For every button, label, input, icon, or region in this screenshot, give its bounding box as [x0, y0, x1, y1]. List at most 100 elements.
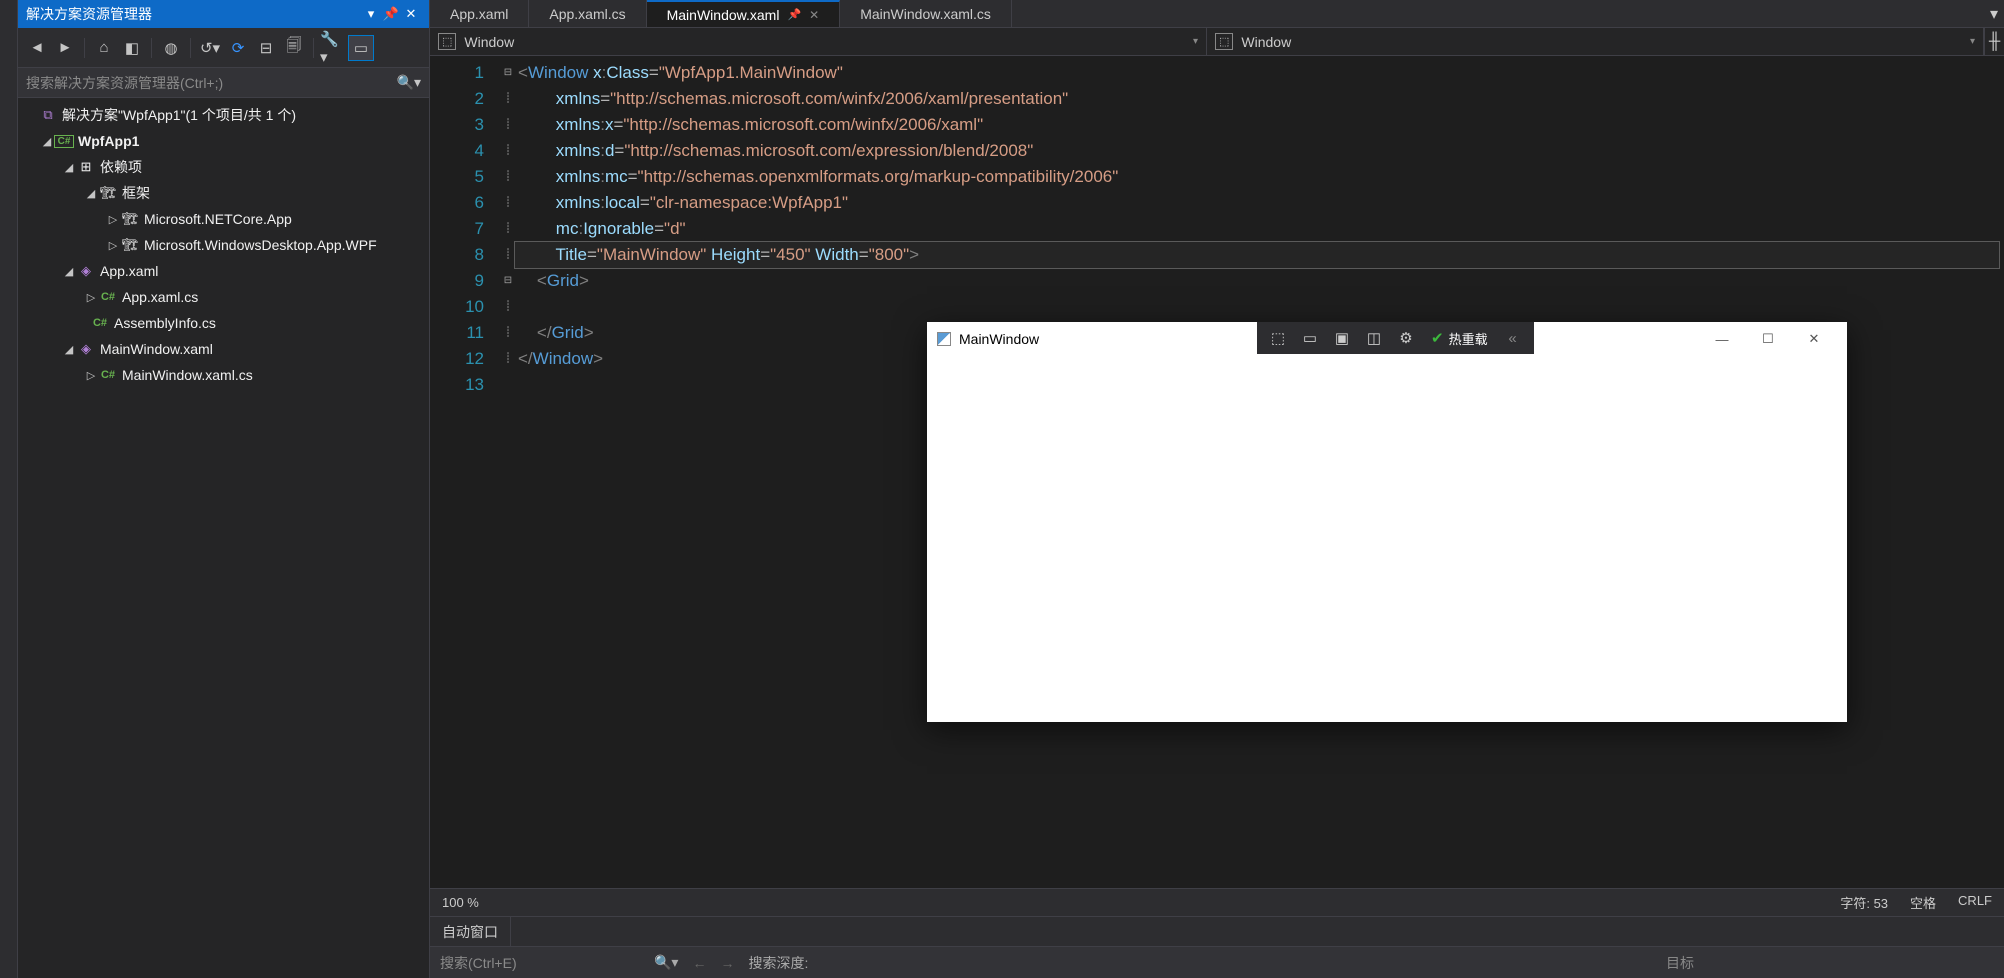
- tree-label: 框架: [122, 183, 150, 203]
- maximize-button[interactable]: ☐: [1745, 322, 1791, 356]
- hot-reload-button[interactable]: ✔ 热重载: [1423, 329, 1496, 348]
- properties-icon[interactable]: 🔧▾: [320, 35, 346, 61]
- close-icon[interactable]: ✕: [809, 8, 819, 22]
- pin-icon[interactable]: 📌: [787, 8, 801, 21]
- back-icon[interactable]: ◄: [24, 35, 50, 61]
- tree-node-assembly[interactable]: C# AssemblyInfo.cs: [18, 310, 429, 336]
- ln: 4: [430, 138, 484, 164]
- nav-left-icon[interactable]: ←: [692, 955, 706, 971]
- ln: 11: [430, 320, 484, 346]
- expand-icon[interactable]: ◢: [84, 187, 98, 200]
- split-icon[interactable]: ╫: [1984, 28, 2004, 55]
- ln: 13: [430, 372, 484, 398]
- separator: [151, 38, 152, 58]
- minimize-button[interactable]: —: [1699, 322, 1745, 356]
- expand-icon[interactable]: ▷: [84, 291, 98, 304]
- tree-label: AssemblyInfo.cs: [114, 315, 216, 331]
- nav-right-icon[interactable]: →: [720, 955, 734, 971]
- app-icon: [937, 332, 951, 346]
- search-depth-label: 搜索深度:: [748, 953, 808, 973]
- expand-icon[interactable]: ▷: [84, 369, 98, 382]
- tree-node-wpfdesktop[interactable]: ▷ 🏗 Microsoft.WindowsDesktop.App.WPF: [18, 232, 429, 258]
- collapse-toolbar-icon[interactable]: «: [1498, 324, 1528, 352]
- solution-explorer-search[interactable]: 🔍▾: [18, 68, 429, 98]
- tree-node-project[interactable]: ◢ C# WpfApp1: [18, 128, 429, 154]
- element-icon: ⬚: [1215, 33, 1233, 50]
- expand-icon[interactable]: ◢: [62, 265, 76, 278]
- nav-scope-left[interactable]: ⬚ Window ▾: [430, 28, 1207, 55]
- solution-tree: ⧉ 解决方案"WpfApp1"(1 个项目/共 1 个) ◢ C# WpfApp…: [18, 98, 429, 978]
- separator: [190, 38, 191, 58]
- fold-icon[interactable]: ⊟: [498, 60, 518, 86]
- separator: [313, 38, 314, 58]
- expand-icon[interactable]: ◢: [40, 135, 54, 148]
- fold-icon[interactable]: ⊟: [498, 268, 518, 294]
- search-icon[interactable]: 🔍▾: [397, 74, 421, 91]
- pin-icon[interactable]: 📌: [381, 6, 401, 22]
- tree-label: 解决方案"WpfApp1"(1 个项目/共 1 个): [62, 105, 296, 125]
- line-ending[interactable]: CRLF: [1958, 893, 1992, 912]
- track-focus-icon[interactable]: ◫: [1359, 324, 1389, 352]
- nav-label: Window: [464, 34, 514, 50]
- tab-label: App.xaml: [450, 6, 508, 22]
- editor-status-bar: 100 % 字符: 53 空格 CRLF: [430, 888, 2004, 916]
- whitespace-mode[interactable]: 空格: [1910, 893, 1936, 912]
- package-icon: 🏗: [120, 237, 140, 253]
- tab-mainwindow-xaml-cs[interactable]: MainWindow.xaml.cs: [840, 0, 1012, 27]
- tab-label: MainWindow.xaml.cs: [860, 6, 991, 22]
- app-titlebar[interactable]: MainWindow ⬚ ▭ ▣ ◫ ⚙ ✔ 热重载 « — ☐ ✕: [927, 322, 1847, 356]
- options-icon[interactable]: ⚙: [1391, 324, 1421, 352]
- home-icon[interactable]: ⌂: [91, 35, 117, 61]
- nav-scope-right[interactable]: ⬚ Window ▾: [1207, 28, 1984, 55]
- tab-overflow-icon[interactable]: ▾: [1984, 0, 2004, 27]
- autos-tab[interactable]: 自动窗口: [430, 917, 511, 946]
- tab-app-xaml-cs[interactable]: App.xaml.cs: [529, 0, 646, 27]
- close-icon[interactable]: ✕: [401, 6, 421, 22]
- live-visual-tree-icon[interactable]: ⬚: [1263, 324, 1293, 352]
- fold-column: ⊟ ┊┊┊┊┊┊┊ ⊟ ┊┊┊: [498, 56, 518, 888]
- tab-app-xaml[interactable]: App.xaml: [430, 0, 529, 27]
- editor-area: App.xaml App.xaml.cs MainWindow.xaml 📌 ✕…: [430, 0, 2004, 978]
- search-input[interactable]: [26, 75, 391, 91]
- solution-explorer-toolbar: ◄ ► ⌂ ◧ ◍ ↺▾ ⟳ ⊟ 🗐 🔧▾ ▭: [18, 28, 429, 68]
- expand-icon[interactable]: ◢: [62, 161, 76, 174]
- expand-icon[interactable]: ▷: [106, 239, 120, 252]
- collapse-icon[interactable]: ⊟: [253, 35, 279, 61]
- tree-node-appxaml[interactable]: ◢ ◈ App.xaml: [18, 258, 429, 284]
- cs-icon: C#: [98, 369, 118, 381]
- hot-reload-label: 热重载: [1449, 329, 1488, 348]
- nav-label: Window: [1241, 34, 1291, 50]
- ln: 2: [430, 86, 484, 112]
- running-app-window[interactable]: MainWindow ⬚ ▭ ▣ ◫ ⚙ ✔ 热重载 « — ☐ ✕: [927, 322, 1847, 722]
- display-layout-icon[interactable]: ▣: [1327, 324, 1357, 352]
- chevron-down-icon: ▾: [1193, 36, 1198, 47]
- expand-icon[interactable]: ◢: [62, 343, 76, 356]
- app-client-area[interactable]: [927, 356, 1847, 722]
- expand-icon[interactable]: ▷: [106, 213, 120, 226]
- close-button[interactable]: ✕: [1791, 322, 1837, 356]
- pending-changes-icon[interactable]: ◍: [158, 35, 184, 61]
- forward-icon[interactable]: ►: [52, 35, 78, 61]
- dropdown-icon[interactable]: ▾: [361, 6, 381, 22]
- tree-label: App.xaml.cs: [122, 289, 198, 305]
- tab-mainwindow-xaml[interactable]: MainWindow.xaml 📌 ✕: [647, 0, 841, 27]
- tree-node-dependencies[interactable]: ◢ ⊞ 依赖项: [18, 154, 429, 180]
- tree-node-mainxaml[interactable]: ◢ ◈ MainWindow.xaml: [18, 336, 429, 362]
- switch-view-icon[interactable]: ◧: [119, 35, 145, 61]
- ln: 1: [430, 60, 484, 86]
- search-icon[interactable]: 🔍▾: [654, 954, 678, 971]
- bottom-toolbar: 🔍▾ ← → 搜索深度: 目标: [430, 946, 2004, 978]
- bottom-search-input[interactable]: [440, 955, 640, 971]
- select-element-icon[interactable]: ▭: [1295, 324, 1325, 352]
- tree-node-appxamlcs[interactable]: ▷ C# App.xaml.cs: [18, 284, 429, 310]
- sync-icon[interactable]: ↺▾: [197, 35, 223, 61]
- solution-explorer-header[interactable]: 解决方案资源管理器 ▾ 📌 ✕: [18, 0, 429, 28]
- preview-icon[interactable]: ▭: [348, 35, 374, 61]
- tree-node-netcore[interactable]: ▷ 🏗 Microsoft.NETCore.App: [18, 206, 429, 232]
- show-all-icon[interactable]: 🗐: [281, 35, 307, 61]
- tree-node-framework[interactable]: ◢ 🏗 框架: [18, 180, 429, 206]
- tree-node-mainxamlcs[interactable]: ▷ C# MainWindow.xaml.cs: [18, 362, 429, 388]
- tree-node-solution[interactable]: ⧉ 解决方案"WpfApp1"(1 个项目/共 1 个): [18, 102, 429, 128]
- zoom-level[interactable]: 100 %: [442, 895, 479, 910]
- refresh-icon[interactable]: ⟳: [225, 35, 251, 61]
